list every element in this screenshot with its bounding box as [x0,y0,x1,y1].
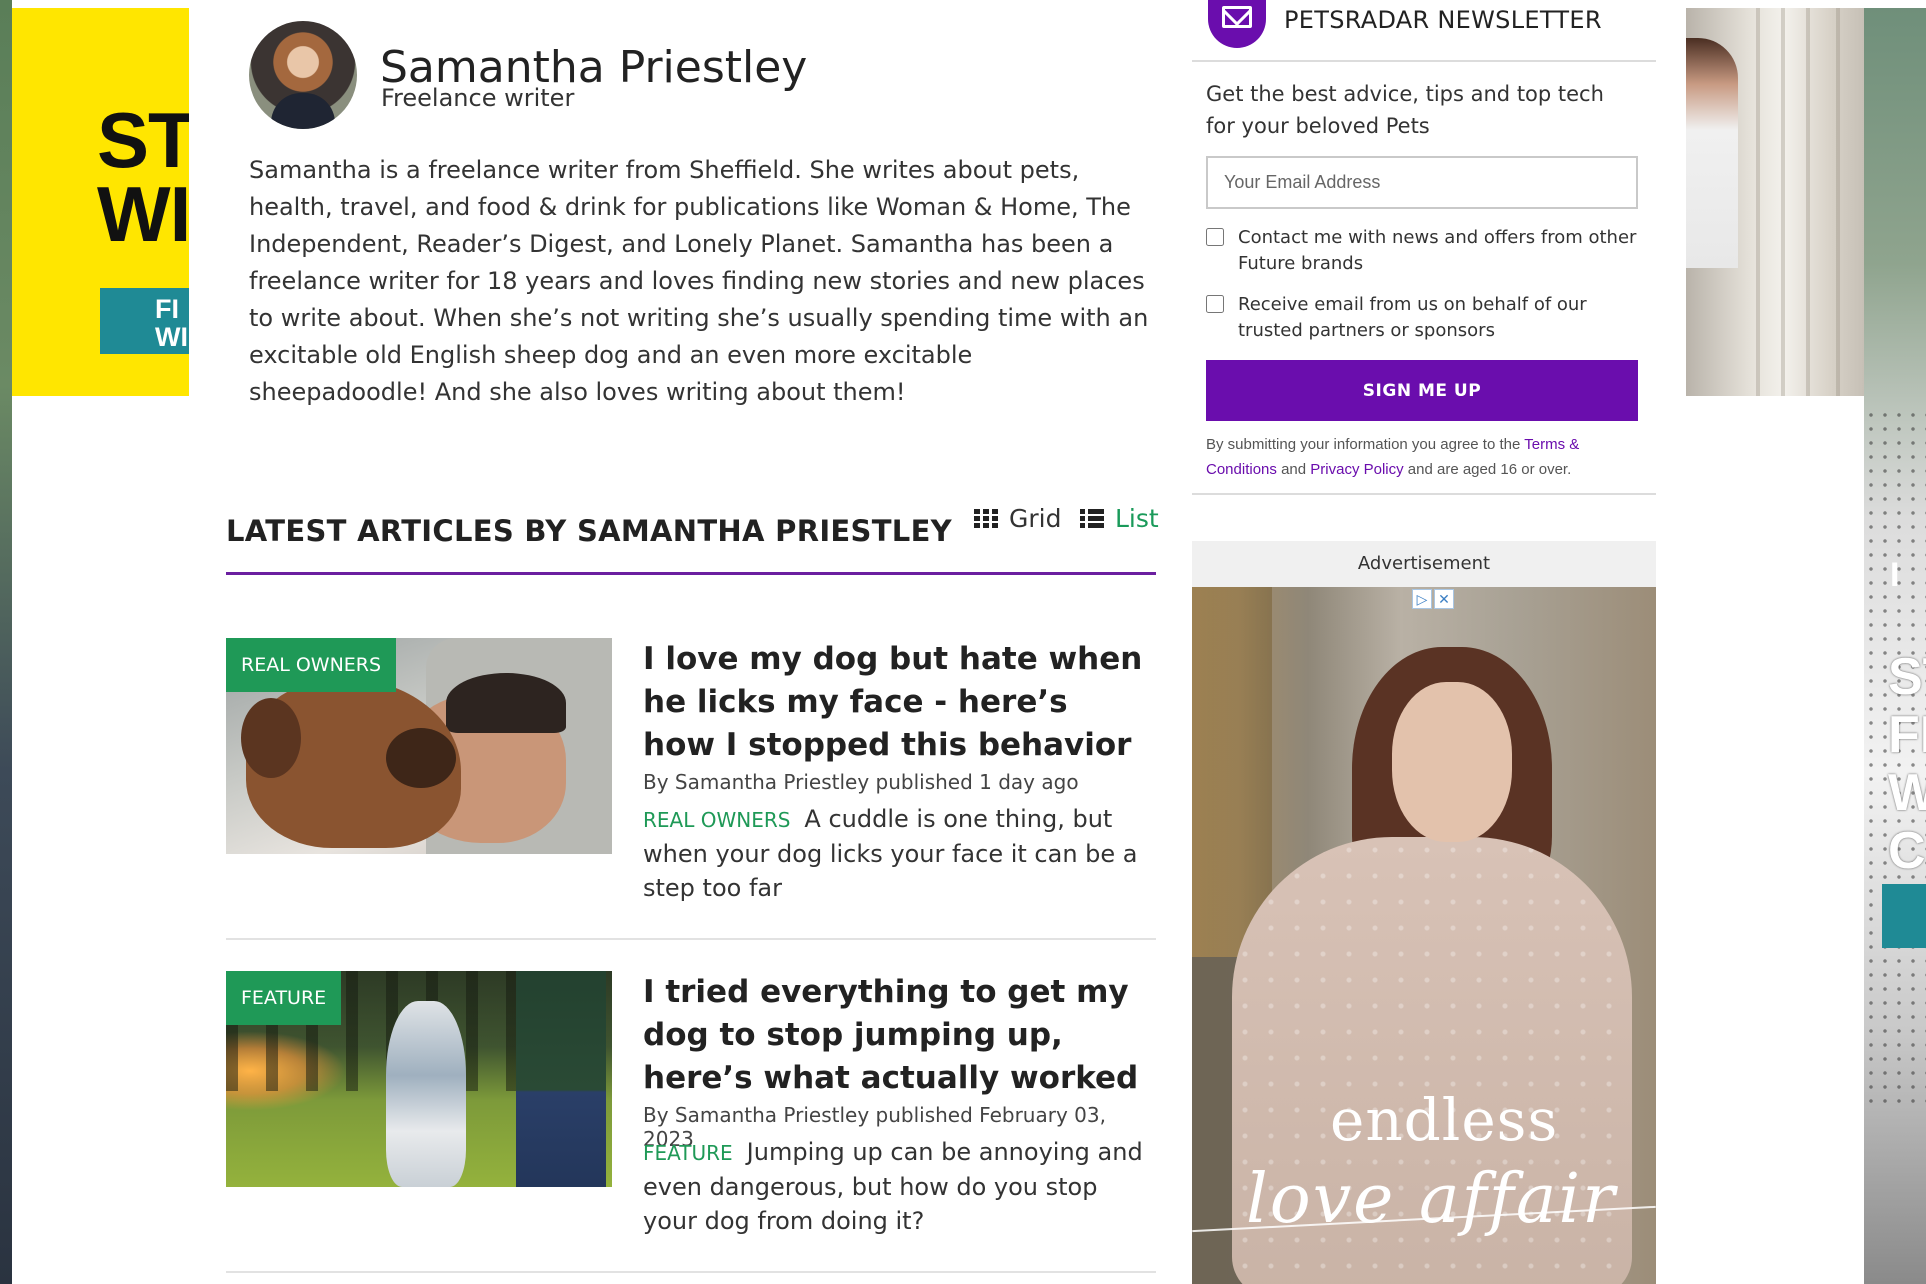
article-divider [226,938,1156,940]
sign-me-up-button[interactable]: SIGN ME UP [1206,360,1638,421]
consent-checkbox-partners[interactable] [1206,295,1224,313]
grid-icon [974,508,998,529]
left-ad-button[interactable]: FI WIN [100,288,189,354]
right-skin-ad-letter: I [1890,556,1900,594]
ad-choices-icon[interactable]: ▷ [1412,589,1432,609]
left-ad-headline: STI WI [97,96,189,258]
section-divider [226,572,1156,575]
grid-view-label: Grid [1009,504,1062,533]
ad-choices[interactable]: ▷ ✕ [1412,589,1454,609]
article-thumbnail[interactable]: FEATURE [226,971,612,1187]
close-icon[interactable]: ✕ [1434,589,1454,609]
article-card[interactable]: REAL OWNERS I love my dog but hate when … [226,638,1156,908]
article-title[interactable]: I love my dog but hate when he licks my … [643,638,1143,767]
list-view-button[interactable]: List [1080,504,1159,533]
newsletter-divider-bottom [1192,493,1656,495]
right-skin-ad-button[interactable] [1882,884,1926,948]
legal-prefix: By submitting your information you agree… [1206,436,1521,453]
newsletter-description: Get the best advice, tips and top tech f… [1206,82,1604,138]
article-title[interactable]: I tried everything to get my dog to stop… [643,971,1143,1100]
article-divider [226,1271,1156,1273]
latest-articles-heading: LATEST ARTICLES BY SAMANTHA PRIESTLEY [226,514,952,548]
list-icon [1080,508,1104,529]
right-skin-ad[interactable] [1864,8,1926,1284]
left-banner-ad[interactable]: STI WI FI WIN [12,8,189,396]
consent-label-future-brands: Contact me with news and offers from oth… [1238,227,1637,274]
newsletter-divider-top [1192,60,1656,62]
grid-view-button[interactable]: Grid [974,504,1061,533]
newsletter-consent-future-brands[interactable]: Contact me with news and offers from oth… [1206,225,1646,277]
article-category[interactable]: FEATURE [643,1141,733,1165]
privacy-policy-link[interactable]: Privacy Policy [1310,461,1403,478]
advertisement-text-line-2: love affair [1246,1160,1617,1239]
article-tag[interactable]: FEATURE [226,971,342,1025]
newsletter-title: PETSRADAR NEWSLETTER [1284,6,1602,34]
advertisement-label: Advertisement [1192,541,1656,587]
envelope-icon [1208,0,1266,48]
newsletter-email-input[interactable] [1206,156,1638,209]
legal-and: and [1281,461,1307,478]
left-skin-ad[interactable] [0,0,12,1284]
consent-label-partners: Receive email from us on behalf of our t… [1238,294,1587,341]
right-banner-ad[interactable] [1686,8,1864,396]
article-excerpt: FEATURE Jumping up can be annoying and ev… [643,1135,1153,1238]
article-thumbnail[interactable]: REAL OWNERS [226,638,612,854]
article-excerpt: REAL OWNERS A cuddle is one thing, but wh… [643,802,1153,905]
article-category[interactable]: REAL OWNERS [643,808,790,832]
author-avatar [249,21,357,129]
advertisement-text-line-1: endless [1330,1086,1559,1154]
author-bio: Samantha is a freelance writer from Shef… [249,156,1149,406]
article-byline: By Samantha Priestley published 1 day ag… [643,770,1079,794]
right-skin-ad-headline: ST FI W CI [1888,648,1926,880]
list-view-label: List [1115,504,1159,533]
author-role: Freelance writer [381,84,575,112]
newsletter-legal-text: By submitting your information you agree… [1206,432,1646,482]
consent-checkbox-future-brands[interactable] [1206,228,1224,246]
newsletter-consent-partners[interactable]: Receive email from us on behalf of our t… [1206,292,1646,344]
article-tag[interactable]: REAL OWNERS [226,638,397,692]
legal-suffix: and are aged 16 or over. [1407,461,1572,478]
article-card[interactable]: FEATURE I tried everything to get my dog… [226,971,1156,1241]
